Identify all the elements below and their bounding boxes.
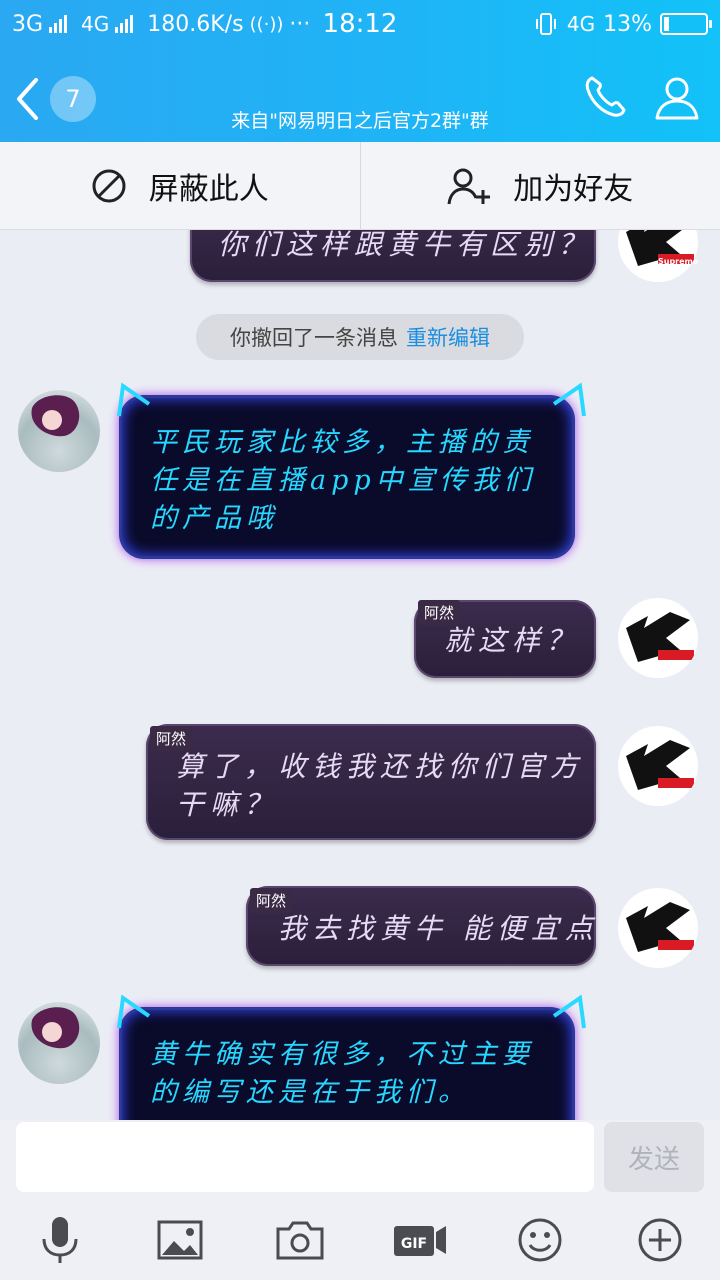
message-text: 算了，收钱我还找你们官方 干嘛？ — [176, 748, 584, 824]
self-avatar[interactable] — [618, 888, 698, 968]
avatar-art-icon — [626, 740, 694, 790]
phone-icon[interactable] — [580, 72, 630, 122]
add-friend-button[interactable]: 加为好友 — [361, 142, 720, 229]
battery-icon — [660, 13, 712, 35]
avatar-art-icon — [626, 902, 694, 952]
cat-ear-icon — [552, 994, 586, 1029]
input-area: 发送 GIF — [0, 1120, 720, 1280]
block-icon — [92, 169, 126, 202]
self-avatar[interactable] — [618, 598, 698, 678]
message-input[interactable] — [16, 1122, 594, 1192]
self-avatar[interactable] — [618, 230, 698, 282]
profile-icon[interactable] — [652, 72, 702, 122]
add-user-icon — [447, 168, 491, 204]
avatar-art-icon — [31, 395, 80, 437]
sender-avatar[interactable] — [18, 390, 100, 472]
sender-avatar[interactable] — [18, 1002, 100, 1084]
self-avatar[interactable] — [618, 726, 698, 806]
add-friend-label: 加为好友 — [513, 171, 634, 207]
camera-icon — [276, 1221, 324, 1260]
action-bar: 屏蔽此人 加为好友 — [0, 142, 720, 230]
gif-label: GIF — [401, 1236, 427, 1252]
gif-icon: GIF — [394, 1226, 446, 1256]
re-edit-link[interactable]: 重新编辑 — [406, 322, 490, 352]
message-line: 黄牛确实有很多，不过主要 — [150, 1039, 534, 1070]
image-icon — [157, 1220, 203, 1260]
status-bar: 3G 4G 180.6K/s ((·)) ··· 18:12 4G 13% — [0, 0, 720, 48]
chat-header: 7 来自"网易明日之后官方2群"群 — [0, 48, 720, 142]
cat-ear-icon — [117, 382, 151, 417]
input-toolbar: GIF — [0, 1210, 720, 1272]
voice-button[interactable] — [30, 1210, 90, 1270]
message-line: 平民玩家比较多，主播的责 — [150, 427, 534, 458]
block-user-label: 屏蔽此人 — [148, 171, 269, 207]
top-bar: 3G 4G 180.6K/s ((·)) ··· 18:12 4G 13% 7 … — [0, 0, 720, 142]
message-line: 的编写还是在于我们。 — [150, 1077, 470, 1108]
emoji-button[interactable] — [510, 1210, 570, 1270]
recall-text: 你撤回了一条消息 — [230, 326, 398, 350]
recall-notice: 你撤回了一条消息 重新编辑 — [196, 314, 524, 360]
more-button[interactable] — [630, 1210, 690, 1270]
supreme-label: Supreme — [658, 257, 699, 266]
avatar-art-icon — [626, 612, 694, 662]
message-line: 任是在直播app中宣传我们 — [150, 465, 536, 496]
avatar-art-icon — [31, 1007, 80, 1049]
message-text: 我去找黄牛 能便宜点 — [278, 912, 599, 945]
message-line: 干嘛？ — [176, 788, 279, 821]
gif-button[interactable]: GIF — [390, 1210, 450, 1270]
message-list[interactable]: 你们这样跟黄牛有区别？ Supreme 你撤回了一条消息 重新编辑 平民玩家比较… — [0, 230, 720, 1120]
message-text: 黄牛确实有很多，不过主要 的编写还是在于我们。 — [150, 1036, 534, 1112]
cat-ear-icon — [552, 382, 586, 417]
send-button[interactable]: 发送 — [604, 1122, 704, 1192]
camera-button[interactable] — [270, 1210, 330, 1270]
clock: 18:12 — [322, 9, 398, 39]
plus-circle-icon — [638, 1218, 682, 1262]
message-text: 就这样？ — [444, 624, 581, 657]
microphone-icon — [42, 1217, 78, 1263]
message-line: 算了，收钱我还找你们官方 — [176, 750, 585, 783]
message-text: 你们这样跟黄牛有区别？ — [218, 230, 593, 261]
smiley-icon — [518, 1218, 562, 1262]
message-text: 平民玩家比较多，主播的责 任是在直播app中宣传我们 的产品哦 — [150, 424, 536, 538]
cat-ear-icon — [117, 994, 151, 1029]
avatar-art-icon — [626, 230, 694, 266]
image-button[interactable] — [150, 1210, 210, 1270]
message-line: 的产品哦 — [150, 503, 278, 534]
block-user-button[interactable]: 屏蔽此人 — [0, 142, 360, 229]
